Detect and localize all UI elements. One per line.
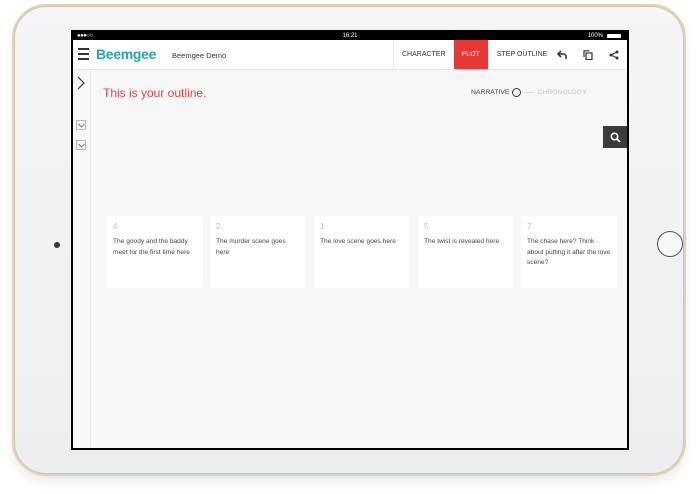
outline-card[interactable]: 4 The goody and the baddy meet for the f… (107, 216, 203, 288)
app-logo[interactable]: Beemgee (96, 46, 156, 62)
card-text: The love scene goes here (320, 238, 396, 245)
card-text: The twist is revealed here. (424, 238, 501, 245)
battery-icon (607, 34, 621, 38)
main-tabs: CHARACTER PLOT STEP OUTLINE (393, 40, 555, 69)
project-name: Beemgee Demo (172, 51, 227, 60)
search-icon (609, 131, 621, 143)
side-rail (73, 70, 91, 448)
menu-icon[interactable] (78, 48, 89, 60)
card-text: The goody and the baddy meet for the fir… (113, 238, 190, 256)
card-number: 2 (216, 222, 221, 231)
outline-cards: 4 The goody and the baddy meet for the f… (107, 216, 617, 288)
app-header: Beemgee Beemgee Demo CHARACTER PLOT STEP… (73, 40, 627, 70)
outline-card[interactable]: 2 The murder scene goes here (210, 216, 306, 288)
camera (54, 242, 60, 248)
battery-percent: 100% (587, 33, 603, 39)
outline-card[interactable]: 7 The chase here? Think about putting it… (521, 216, 617, 288)
chevron-down-icon[interactable] (76, 120, 86, 130)
header-tools (549, 40, 627, 69)
status-bar: ●●●○○ 16:21 100% (73, 32, 627, 40)
search-button[interactable] (603, 126, 627, 148)
app-window: ●●●○○ 16:21 100% Beemgee Beemgee Demo CH… (73, 32, 627, 448)
outline-card[interactable]: 5 The twist is revealed here. (418, 216, 514, 288)
chevron-right-icon[interactable] (77, 76, 85, 95)
status-clock: 16:21 (342, 33, 358, 39)
view-toggle[interactable]: NARRATIVE CHRONOLOGY (471, 88, 587, 97)
toggle-label-narrative[interactable]: NARRATIVE (471, 89, 509, 96)
card-text: The murder scene goes here (216, 238, 286, 256)
share-icon[interactable] (601, 40, 627, 69)
toggle-knob[interactable] (512, 88, 522, 97)
screen: ●●●○○ 16:21 100% Beemgee Beemgee Demo CH… (71, 30, 629, 450)
tab-character[interactable]: CHARACTER (393, 40, 454, 69)
outline-card[interactable]: 1 The love scene goes here (314, 216, 410, 288)
undo-icon[interactable] (549, 40, 575, 69)
card-number: 7 (527, 222, 532, 231)
tab-step-outline[interactable]: STEP OUTLINE (487, 40, 555, 69)
chevron-down-icon[interactable] (76, 140, 86, 150)
toggle-label-chronology[interactable]: CHRONOLOGY (537, 89, 586, 96)
card-number: 5 (424, 222, 429, 231)
home-button[interactable] (657, 231, 683, 257)
card-number: 4 (113, 222, 118, 231)
card-number: 1 (320, 222, 325, 231)
page-title: This is your outline. (103, 86, 207, 100)
toggle-track (524, 92, 535, 93)
card-text: The chase here? Think about putting it a… (527, 238, 611, 266)
copy-icon[interactable] (575, 40, 601, 69)
tab-plot[interactable]: PLOT (453, 40, 488, 69)
